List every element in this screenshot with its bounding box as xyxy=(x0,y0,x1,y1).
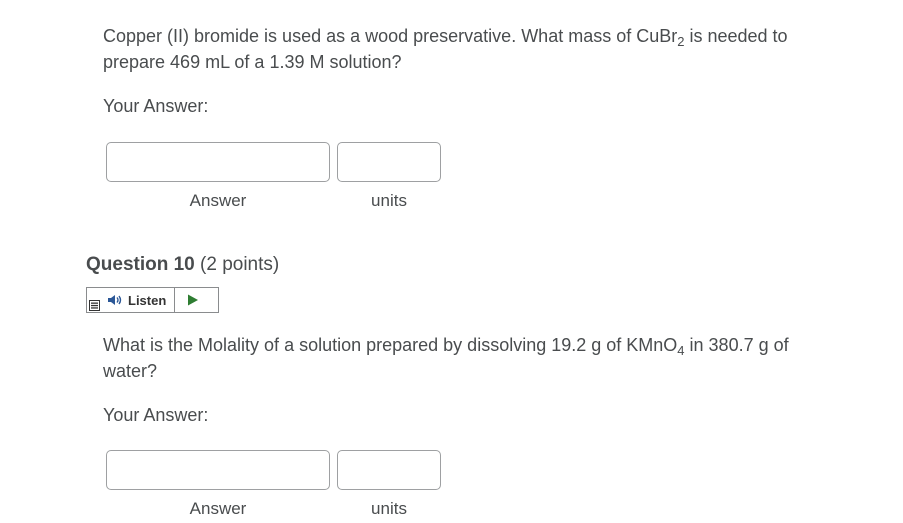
question-9-answer-caption: Answer xyxy=(189,191,247,210)
question-9-text: Copper (II) bromide is used as a wood pr… xyxy=(103,23,843,75)
speaker-icon xyxy=(108,295,122,305)
question-10-units-input[interactable] xyxy=(337,450,441,490)
question-10-answer-caption: Answer xyxy=(189,499,247,518)
question-9-units-caption: units xyxy=(371,191,407,210)
question-10-units-caption: units xyxy=(371,499,407,518)
question-10-answer-input[interactable] xyxy=(106,450,330,490)
listen-menu-button[interactable] xyxy=(87,288,101,312)
question-10-points: (2 points) xyxy=(200,254,280,275)
question-10-text-part1: What is the Molality of a solution prepa… xyxy=(103,335,678,355)
question-9-units-input[interactable] xyxy=(337,142,441,182)
question-10-number: Question 10 xyxy=(86,254,195,275)
hamburger-menu-icon xyxy=(88,300,100,311)
play-button[interactable] xyxy=(175,288,211,312)
question-9-answer-input[interactable] xyxy=(106,142,330,182)
question-10-heading: Question 10 (2 points) xyxy=(86,254,279,276)
play-triangle-icon xyxy=(188,294,199,306)
question-9-text-part1: Copper (II) bromide is used as a wood pr… xyxy=(103,26,678,46)
question-10-your-answer-label: Your Answer: xyxy=(103,405,209,425)
question-10-subscript: 4 xyxy=(677,343,685,358)
question-10-text: What is the Molality of a solution prepa… xyxy=(103,332,823,384)
question-9-your-answer-label: Your Answer: xyxy=(103,96,209,116)
listen-label: Listen xyxy=(128,292,167,308)
listen-button[interactable]: Listen xyxy=(101,288,176,312)
listen-widget: Listen xyxy=(86,287,219,313)
